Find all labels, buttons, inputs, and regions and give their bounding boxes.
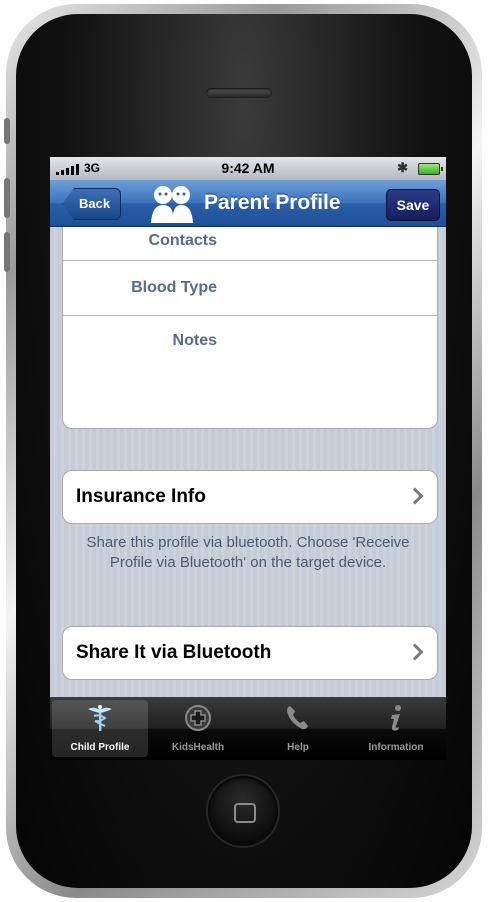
bluetooth-icon: ✱ [397, 160, 408, 175]
page-title: Parent Profile [204, 191, 341, 214]
parents-logo-icon [151, 186, 193, 223]
field-row-contacts[interactable]: Contacts [63, 227, 437, 261]
status-time: 9:42 AM [221, 160, 275, 176]
chevron-right-icon [406, 487, 424, 505]
insurance-info-row[interactable]: Insurance Info [62, 470, 438, 524]
medical-cross-icon [185, 705, 211, 731]
home-button-icon [234, 803, 256, 823]
status-bar: 3G 9:42 AM ✱ [50, 157, 446, 180]
field-row-notes[interactable]: Notes [63, 316, 437, 426]
tab-label: Child Profile [70, 742, 130, 753]
battery-icon [418, 163, 443, 175]
screen: 3G 9:42 AM ✱ Back Parent Profile Save Co… [50, 157, 446, 760]
earpiece-speaker [206, 88, 272, 98]
profile-fields-group: Contacts Blood Type Notes [62, 227, 438, 429]
save-button[interactable]: Save [386, 189, 440, 221]
tab-kidshealth[interactable]: KidsHealth [150, 700, 246, 757]
info-icon [391, 705, 401, 731]
tab-help[interactable]: Help [250, 700, 346, 757]
tab-bar: Child Profile KidsHealth Help Informatio… [50, 697, 446, 760]
caduceus-icon [88, 705, 112, 731]
volume-up-button [4, 178, 10, 218]
tab-label: Information [368, 742, 424, 753]
tab-child-profile[interactable]: Child Profile [52, 700, 148, 757]
insurance-info-label: Insurance Info [76, 486, 206, 507]
field-label: Notes [172, 332, 217, 349]
phone-icon [287, 706, 308, 730]
tab-label: KidsHealth [171, 742, 225, 753]
share-bluetooth-label: Share It via Bluetooth [76, 642, 272, 663]
mute-switch [4, 118, 10, 144]
share-instructions: Share this profile via bluetooth. Choose… [86, 534, 410, 571]
chevron-right-icon [406, 643, 424, 661]
volume-down-button [4, 232, 10, 272]
back-button[interactable]: Back [62, 188, 122, 220]
navigation-bar: Back Parent Profile Save [50, 180, 446, 227]
field-label: Blood Type [131, 279, 217, 296]
field-row-blood-type[interactable]: Blood Type [63, 261, 437, 316]
tab-information[interactable]: Information [348, 700, 444, 757]
profile-content: Contacts Blood Type Notes Insurance Info… [50, 227, 446, 697]
share-bluetooth-row[interactable]: Share It via Bluetooth [62, 626, 438, 680]
field-label: Contacts [148, 232, 217, 249]
tab-label: Help [287, 742, 309, 753]
